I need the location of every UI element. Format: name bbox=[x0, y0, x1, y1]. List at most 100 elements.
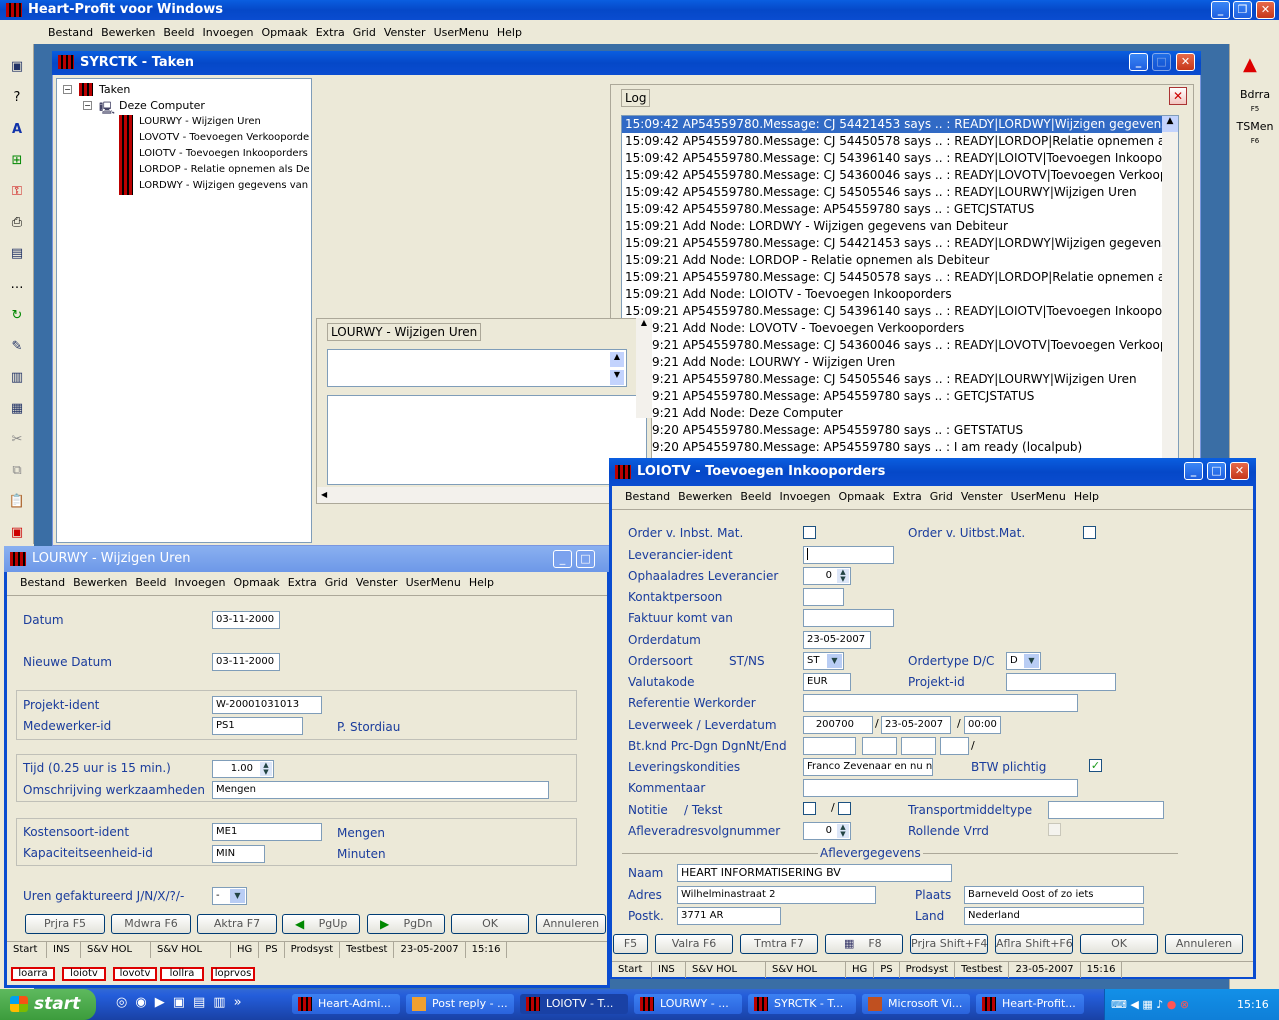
task-heart-admin[interactable]: Heart-Admi... bbox=[292, 994, 400, 1014]
menu-bewerken[interactable]: Bewerken bbox=[101, 26, 155, 39]
log-line[interactable]: 15:09:21 AP54559780.Message: CJ 54396140… bbox=[622, 303, 1178, 320]
task-heart-profit[interactable]: Heart-Profit... bbox=[976, 994, 1084, 1014]
log-line[interactable]: 15:09:42 AP54559780.Message: CJ 54450578… bbox=[622, 133, 1178, 150]
syrctk-close-button[interactable]: ✕ bbox=[1176, 53, 1195, 71]
menu-bewerken[interactable]: Bewerken bbox=[73, 576, 127, 589]
up-arrow-icon[interactable]: ▲ bbox=[1243, 54, 1257, 75]
menu-opmaak[interactable]: Opmaak bbox=[261, 26, 307, 39]
tab-loiotv[interactable]: loiotv bbox=[62, 967, 106, 981]
menu-opmaak[interactable]: Opmaak bbox=[838, 490, 884, 503]
window-icon[interactable]: ▣ bbox=[7, 58, 27, 76]
app-minimize-button[interactable]: _ bbox=[1211, 1, 1230, 19]
menu-grid[interactable]: Grid bbox=[353, 26, 376, 39]
adres-field[interactable]: Wilhelminastraat 2 bbox=[677, 886, 876, 904]
tree-item[interactable]: LOURWY - Wijzigen Uren bbox=[119, 115, 309, 131]
ie-icon[interactable]: ◎ bbox=[116, 995, 135, 1010]
log-scrollbar[interactable]: ▲ bbox=[1162, 116, 1178, 462]
keyboard-icon[interactable]: ⌨ bbox=[1111, 998, 1127, 1011]
tsmen-button[interactable]: TSMen F6 bbox=[1234, 120, 1276, 146]
prjra-button[interactable]: Prjra F5 bbox=[25, 914, 105, 934]
log-line[interactable]: 15:09:21 AP54559780.Message: CJ 54421453… bbox=[622, 235, 1178, 252]
tree-expand-icon[interactable]: − bbox=[63, 85, 72, 94]
medewerker-field[interactable]: PS1 bbox=[212, 717, 303, 735]
lourwy-maximize-button[interactable]: □ bbox=[576, 550, 595, 568]
tree-item[interactable]: LOIOTV - Toevoegen Inkooporders bbox=[119, 147, 309, 163]
leverdatum-field[interactable]: 23-05-2007 bbox=[881, 716, 951, 734]
loiotv-annuleren-button[interactable]: Annuleren bbox=[1165, 934, 1243, 954]
menu-bestand[interactable]: Bestand bbox=[625, 490, 670, 503]
mdwra-button[interactable]: Mdwra F6 bbox=[111, 914, 191, 934]
transport-field[interactable] bbox=[1048, 801, 1164, 819]
aktra-button[interactable]: Aktra F7 bbox=[197, 914, 277, 934]
annuleren-button[interactable]: Annuleren bbox=[536, 914, 606, 934]
dots-icon[interactable]: … bbox=[7, 276, 27, 294]
ordersoort-select[interactable]: ST ▼ bbox=[803, 652, 844, 670]
task-microsoft-vi[interactable]: Microsoft Vi... bbox=[862, 994, 970, 1014]
menu-invoegen[interactable]: Invoegen bbox=[203, 26, 254, 39]
plaats-field[interactable]: Barneveld Oost of zo iets bbox=[964, 886, 1144, 904]
rollende-checkbox[interactable] bbox=[1048, 823, 1061, 836]
syrctk-vscroll[interactable]: ▲ bbox=[636, 318, 652, 418]
menu-invoegen[interactable]: Invoegen bbox=[780, 490, 831, 503]
pgdn-button[interactable]: ▶ PgDn bbox=[367, 914, 445, 934]
spinner-icon[interactable]: ▲ ▼ bbox=[260, 762, 272, 776]
tree-computer-expand-icon[interactable]: − bbox=[83, 101, 92, 110]
menu-usermenu[interactable]: UserMenu bbox=[406, 576, 461, 589]
log-line[interactable]: 15:09:21 AP54559780.Message: AP54559780 … bbox=[622, 388, 1178, 405]
menu-usermenu[interactable]: UserMenu bbox=[434, 26, 489, 39]
kontakt-field[interactable] bbox=[803, 588, 844, 606]
clipboard-icon[interactable]: ▣ bbox=[7, 524, 27, 542]
menu-beeld[interactable]: Beeld bbox=[740, 490, 771, 503]
menu-extra[interactable]: Extra bbox=[893, 490, 922, 503]
log-line[interactable]: 15:09:21 Add Node: LORDWY - Wijzigen geg… bbox=[622, 218, 1178, 235]
help-icon[interactable]: ? bbox=[7, 89, 27, 107]
detail-memo[interactable] bbox=[327, 395, 647, 485]
menu-venster[interactable]: Venster bbox=[961, 490, 1003, 503]
detail-hscroll[interactable]: ◀ bbox=[317, 487, 651, 503]
lourwy-minimize-button[interactable]: _ bbox=[553, 550, 572, 568]
ok-button[interactable]: OK bbox=[451, 914, 529, 934]
tree-item[interactable]: LORDOP - Relatie opnemen als Deb bbox=[119, 163, 309, 179]
log-line[interactable]: 15:09:21 AP54559780.Message: CJ 54505546… bbox=[622, 371, 1178, 388]
loiotv-minimize-button[interactable]: _ bbox=[1184, 462, 1203, 480]
copy-icon[interactable]: ⧉ bbox=[7, 462, 27, 480]
projekt-field[interactable]: W-20001031013 bbox=[212, 696, 322, 714]
tree-computer[interactable]: Deze Computer bbox=[119, 99, 205, 112]
spinner-icon[interactable]: ▲ ▼ bbox=[837, 569, 849, 583]
syrctk-maximize-button[interactable]: □ bbox=[1152, 53, 1171, 71]
aflra-shift-button[interactable]: Aflra Shift+F6 bbox=[995, 934, 1073, 954]
menu-extra[interactable]: Extra bbox=[288, 576, 317, 589]
form-icon[interactable]: ▤ bbox=[7, 245, 27, 263]
log-line[interactable]: 15:09:21 Add Node: LOIOTV - Toevoegen In… bbox=[622, 286, 1178, 303]
tree-item[interactable]: LORDWY - Wijzigen gegevens van bbox=[119, 179, 309, 195]
window2-icon[interactable]: ▦ bbox=[7, 400, 27, 418]
font-icon[interactable]: A bbox=[7, 121, 27, 139]
tab-lovotv[interactable]: lovotv bbox=[113, 967, 157, 981]
kostensoort-field[interactable]: ME1 bbox=[212, 823, 322, 841]
spinner-icon[interactable]: ▲ ▼ bbox=[837, 824, 849, 838]
green-plus-icon[interactable]: ⊞ bbox=[7, 152, 27, 170]
referentie-field[interactable] bbox=[803, 694, 1078, 712]
log-line[interactable]: 15:09:20 AP54559780.Message: AP54559780 … bbox=[622, 439, 1178, 456]
menu-help[interactable]: Help bbox=[497, 26, 522, 39]
refresh-icon[interactable]: ↻ bbox=[7, 307, 27, 325]
notitie-checkbox[interactable] bbox=[803, 802, 816, 815]
log-line[interactable]: 15:09:21 Add Node: LOURWY - Wijzigen Ure… bbox=[622, 354, 1178, 371]
log-line[interactable]: 15:09:42 AP54559780.Message: CJ 54360046… bbox=[622, 167, 1178, 184]
projekt-id-field[interactable] bbox=[1006, 673, 1116, 691]
order-inbst-checkbox[interactable] bbox=[803, 526, 816, 539]
task-syrctk[interactable]: SYRCTK - T... bbox=[748, 994, 856, 1014]
media-icon[interactable]: ▶ bbox=[155, 995, 173, 1010]
naam-field[interactable]: HEART INFORMATISERING BV bbox=[677, 864, 952, 882]
app-close-button[interactable]: ✕ bbox=[1256, 1, 1275, 19]
omschrijving-field[interactable]: Mengen bbox=[212, 781, 549, 799]
log-line[interactable]: 15:09:42 AP54559780.Message: AP54559780 … bbox=[622, 201, 1178, 218]
kommentaar-field[interactable] bbox=[803, 779, 1078, 797]
menu-extra[interactable]: Extra bbox=[316, 26, 345, 39]
valra-button[interactable]: Valra F6 bbox=[655, 934, 733, 954]
log-line[interactable]: 15:09:21 AP54559780.Message: CJ 54360046… bbox=[622, 337, 1178, 354]
ordertype-select[interactable]: D ▼ bbox=[1006, 652, 1041, 670]
volume-icon[interactable]: ♪ bbox=[1156, 998, 1163, 1011]
loiotv-close-button[interactable]: ✕ bbox=[1230, 462, 1249, 480]
ophaaladres-field[interactable]: 0 ▲ ▼ bbox=[803, 567, 851, 585]
